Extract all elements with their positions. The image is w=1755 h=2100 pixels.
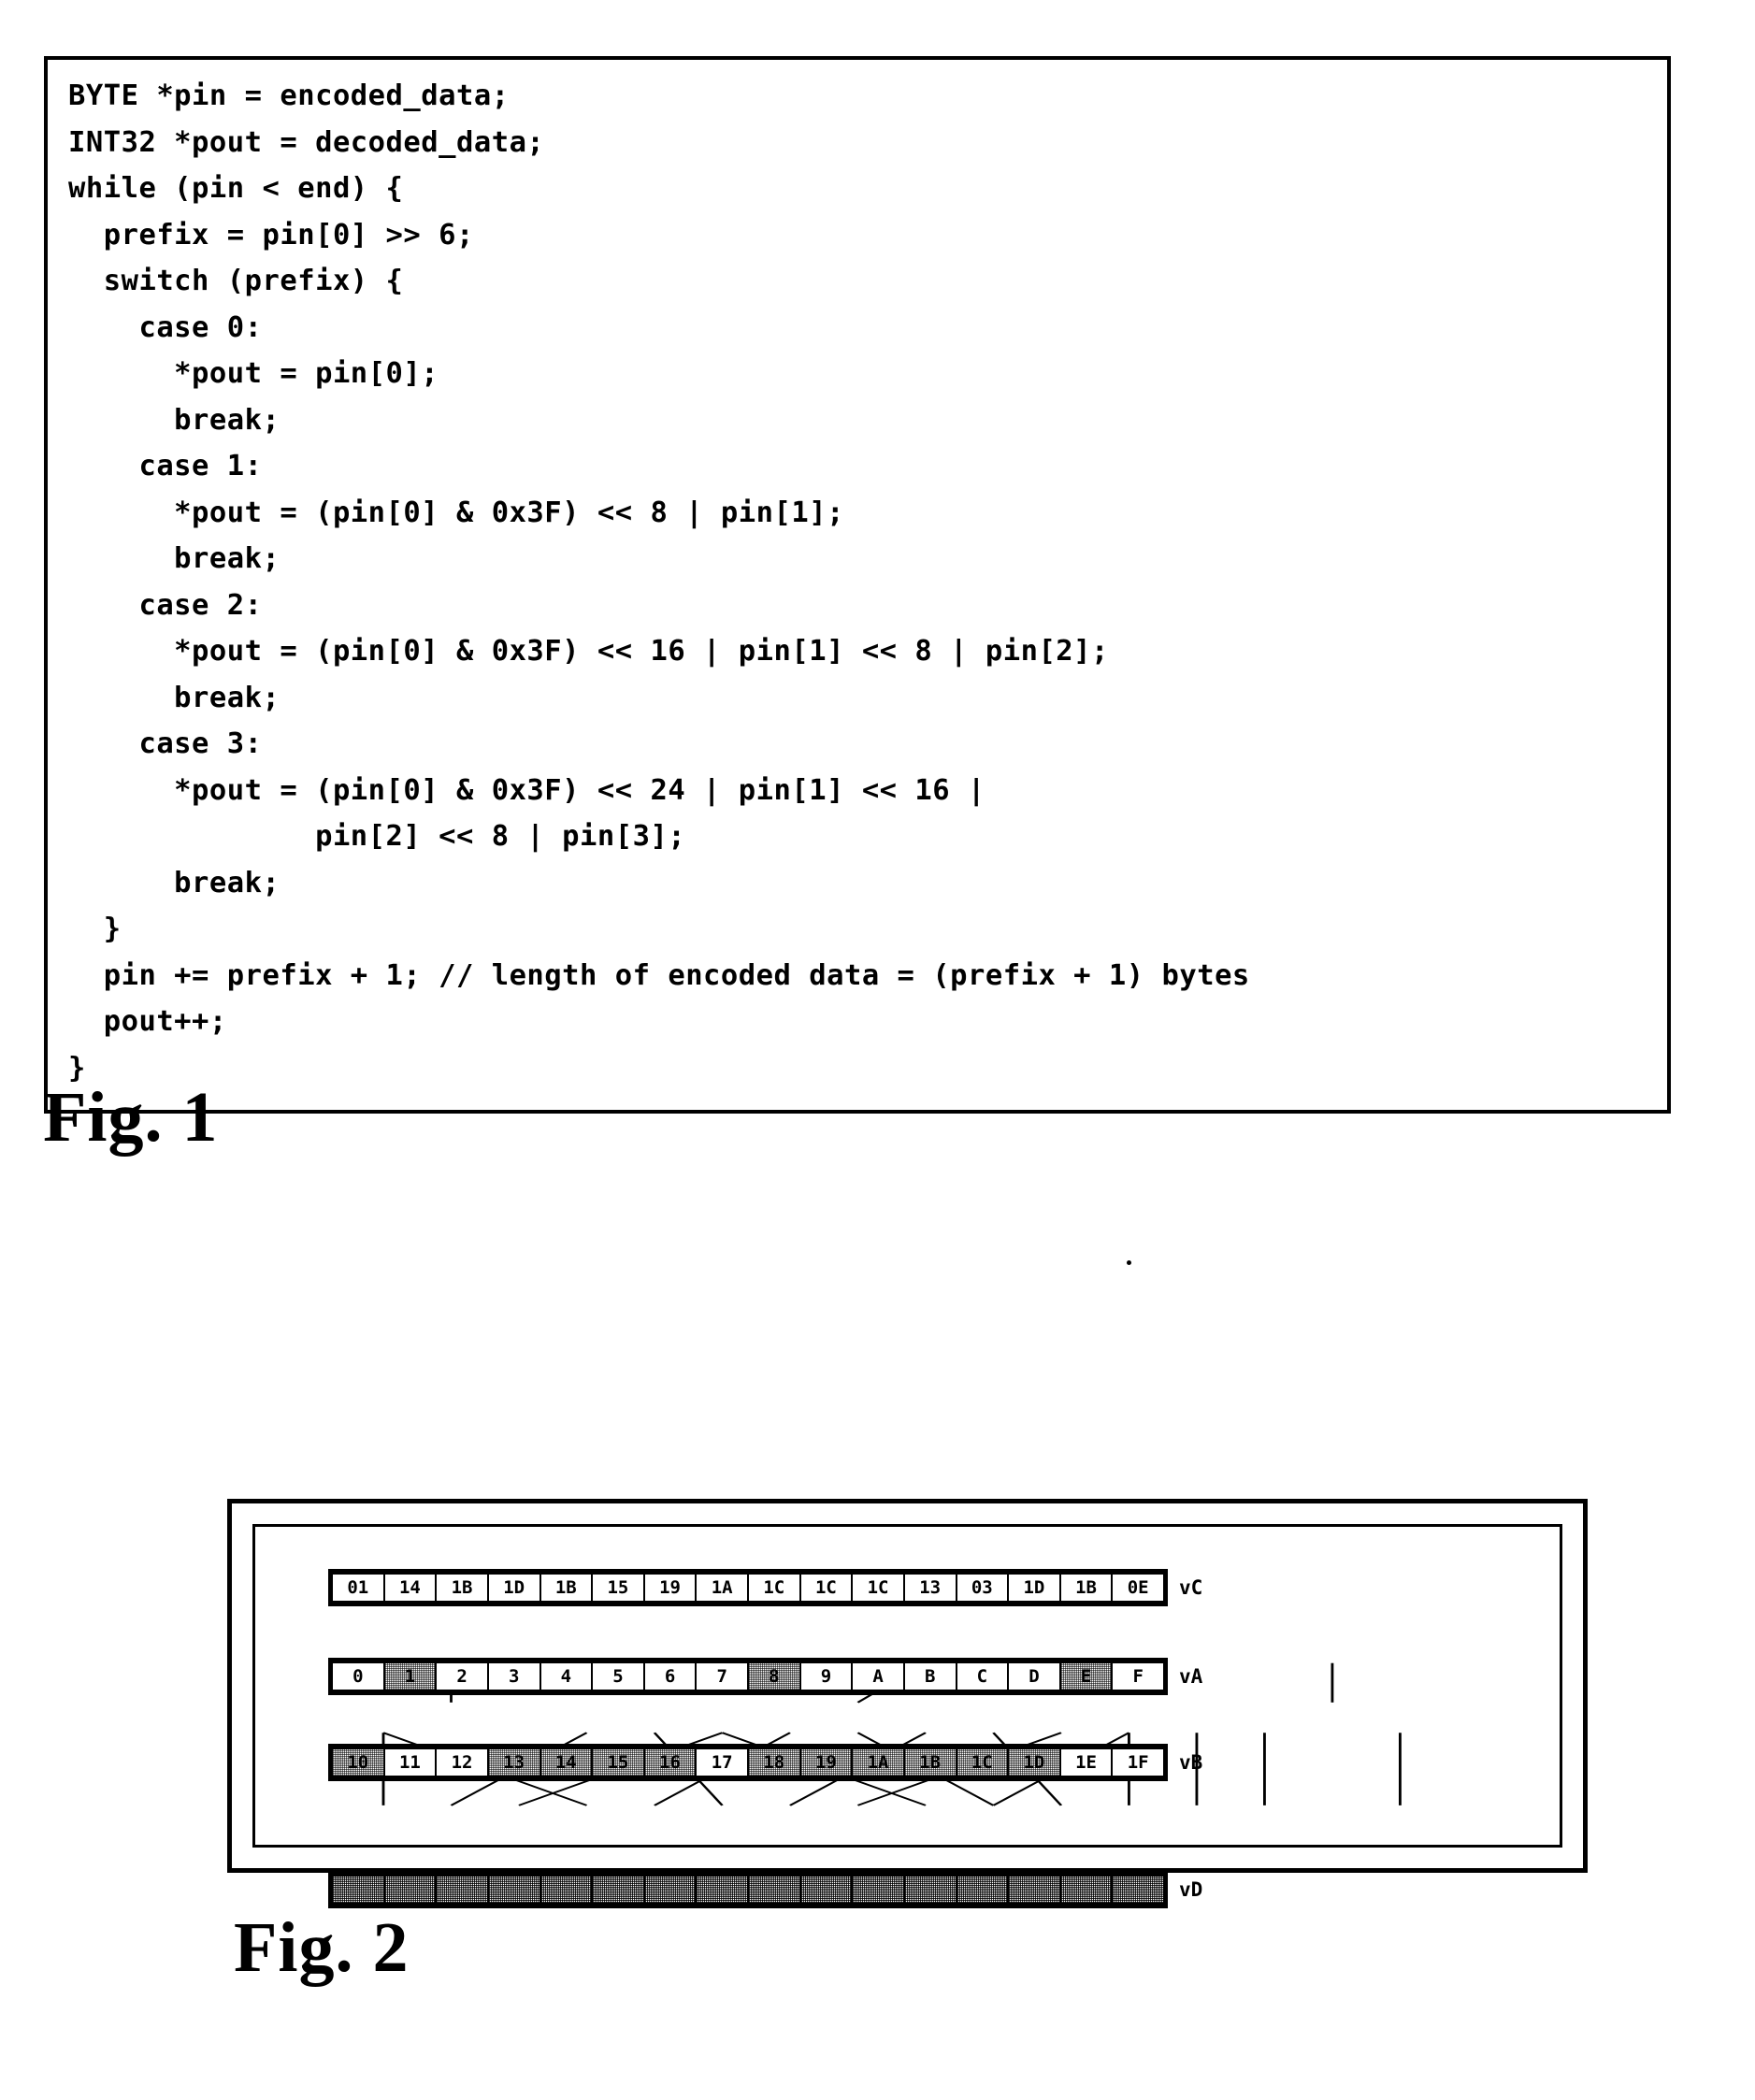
byte-cell: 6: [645, 1663, 698, 1690]
byte-cell: 7: [697, 1663, 749, 1690]
code-listing-text: BYTE *pin = encoded_data; INT32 *pout = …: [68, 79, 1250, 1085]
byte-cell: A: [853, 1663, 905, 1690]
byte-cell: [957, 1877, 1010, 1903]
byte-cell: 1A: [697, 1575, 749, 1601]
byte-cell: [333, 1877, 385, 1903]
byte-cell: 12: [437, 1749, 489, 1776]
row-vc: 01 14 1B 1D 1B 15 19 1A 1C 1C 1C 13 03 1D 1B 0E: [328, 1569, 1168, 1606]
byte-cell: 0: [333, 1663, 385, 1690]
row-label-vd: vD: [1179, 1878, 1203, 1901]
byte-cell: B: [905, 1663, 957, 1690]
byte-cell: 10: [333, 1749, 385, 1776]
figure-1: BYTE *pin = encoded_data; INT32 *pout = …: [44, 56, 1671, 1114]
byte-cell: 1D: [1009, 1575, 1061, 1601]
byte-cell: 1C: [853, 1575, 905, 1601]
byte-cell: 17: [697, 1749, 749, 1776]
code-listing-box: BYTE *pin = encoded_data; INT32 *pout = …: [44, 56, 1671, 1114]
byte-cell: [540, 1877, 594, 1903]
byte-cell: 0E: [1127, 1576, 1149, 1598]
byte-cell: [800, 1877, 854, 1903]
byte-cell: 14: [540, 1749, 594, 1776]
row-vd: [328, 1871, 1168, 1908]
byte-cell: [904, 1877, 957, 1903]
row-label-vc: vC: [1179, 1576, 1203, 1599]
row-label-va: vA: [1179, 1665, 1203, 1688]
figure-2: 01 14 1B 1D 1B 15 19 1A 1C 1C 1C 13 03 1D 1B 0E vC 0 1 2 3 4 5…: [227, 1499, 1588, 1908]
byte-cell: 1A: [853, 1749, 905, 1776]
byte-cell: [749, 1877, 801, 1903]
byte-cell: 19: [800, 1749, 854, 1776]
byte-cell: [1009, 1877, 1061, 1903]
figure-1-caption: Fig. 1: [43, 1078, 219, 1157]
byte-cell: 15: [593, 1575, 645, 1601]
byte-cell: 1B: [541, 1575, 594, 1601]
byte-cell: [644, 1877, 698, 1903]
byte-cell: 1: [384, 1663, 438, 1690]
byte-cell: 13: [905, 1575, 957, 1601]
byte-cell: [593, 1877, 645, 1903]
row-vb: 10 11 12 13 14 15 16 17 18 19 1A 1B 1C 1D 1E 1F: [328, 1744, 1168, 1781]
byte-cell: 1C: [957, 1749, 1010, 1776]
byte-cell: 1D: [1009, 1749, 1061, 1776]
byte-cell: F: [1132, 1665, 1144, 1687]
byte-cell: [488, 1877, 541, 1903]
byte-cell: 03: [957, 1575, 1010, 1601]
byte-cell: 19: [645, 1575, 698, 1601]
byte-cell: 8: [749, 1663, 801, 1690]
byte-cell: 1C: [801, 1575, 854, 1601]
byte-cell: E: [1060, 1663, 1114, 1690]
stray-mark: [1127, 1260, 1131, 1265]
byte-cell: C: [957, 1663, 1010, 1690]
byte-cell: [1060, 1877, 1114, 1903]
byte-cell: [853, 1877, 905, 1903]
byte-cell: 1F: [1127, 1751, 1149, 1773]
byte-cell: 15: [593, 1749, 645, 1776]
byte-cell: 01: [333, 1575, 385, 1601]
byte-cell: 4: [541, 1663, 594, 1690]
byte-cell: [437, 1877, 489, 1903]
byte-cell: 2: [437, 1663, 489, 1690]
byte-cell: 9: [801, 1663, 854, 1690]
byte-cell: 14: [385, 1575, 438, 1601]
row-va: 0123456789ABCDEF: [328, 1658, 1168, 1695]
byte-cell: 1E: [1061, 1749, 1114, 1776]
byte-cell: 13: [488, 1749, 541, 1776]
byte-cell: 1B: [437, 1575, 489, 1601]
byte-cell: 1D: [489, 1575, 541, 1601]
figure-2-inner-frame: 01 14 1B 1D 1B 15 19 1A 1C 1C 1C 13 03 1D 1B 0E vC 0 1 2 3 4 5…: [252, 1524, 1562, 1908]
row-label-vb: vB: [1179, 1751, 1203, 1774]
byte-cell: 1C: [749, 1575, 801, 1601]
byte-cell: 1B: [904, 1749, 957, 1776]
byte-cell: 5: [593, 1663, 645, 1690]
byte-cell: [697, 1877, 749, 1903]
byte-cell: 18: [749, 1749, 801, 1776]
byte-cell: 16: [644, 1749, 698, 1776]
figure-2-caption: Fig. 2: [234, 1908, 410, 1987]
byte-cell: D: [1009, 1663, 1061, 1690]
byte-cell: [1113, 1877, 1163, 1903]
byte-cell: [384, 1877, 438, 1903]
byte-cell: 1B: [1061, 1575, 1114, 1601]
byte-cell: 11: [385, 1749, 438, 1776]
byte-cell: 3: [489, 1663, 541, 1690]
